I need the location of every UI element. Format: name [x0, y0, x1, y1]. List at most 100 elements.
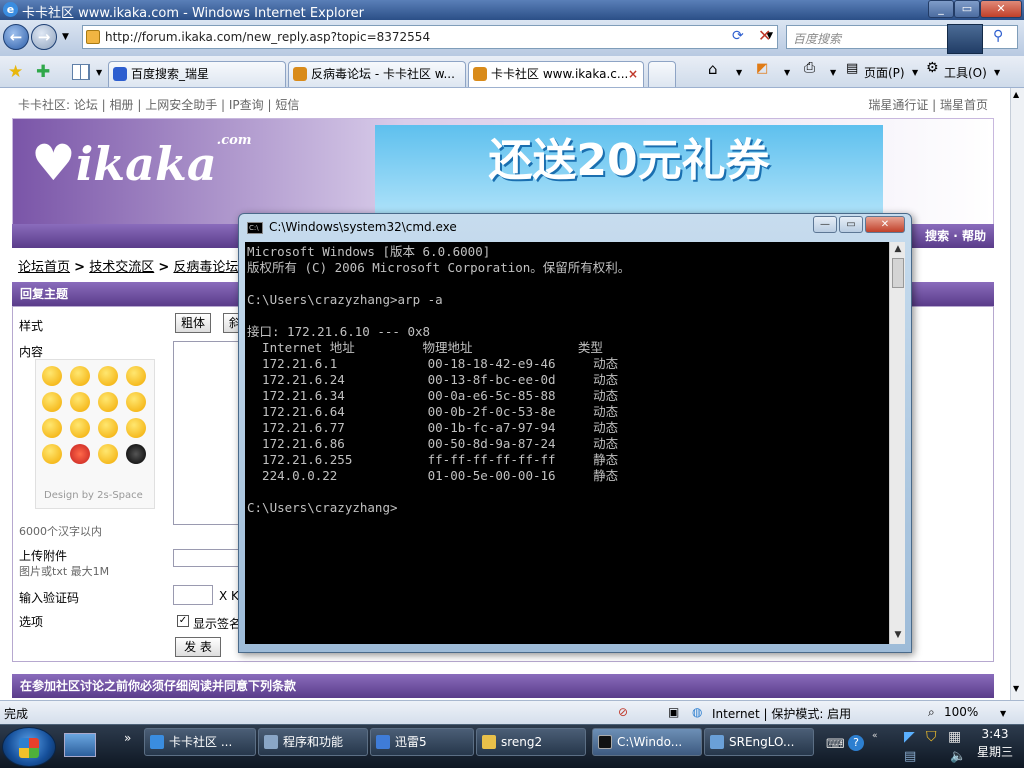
- popup-blocker-icon[interactable]: ⊘: [618, 705, 628, 719]
- close-button[interactable]: ✕: [980, 0, 1022, 18]
- page-dropdown-icon[interactable]: ▼: [912, 68, 918, 77]
- smiley-icon[interactable]: [126, 418, 146, 438]
- task-programs[interactable]: 程序和功能: [258, 728, 368, 756]
- taskbar: » 卡卡社区 ... 程序和功能 迅雷5 sreng2 C:\Windo... …: [0, 724, 1024, 768]
- zoom-dropdown-icon[interactable]: ▼: [1000, 709, 1006, 718]
- smiley-icon[interactable]: [70, 418, 90, 438]
- options-label: 选项: [19, 615, 44, 629]
- scroll-down-icon[interactable]: ▼: [890, 628, 906, 642]
- task-sreng-log[interactable]: SREngLO...: [704, 728, 814, 756]
- address-input[interactable]: http://forum.ikaka.com/new_reply.asp?top…: [82, 25, 778, 49]
- feeds-dropdown-icon[interactable]: ▼: [784, 68, 790, 77]
- ikaka-logo[interactable]: ♥ikaka.com: [31, 133, 252, 192]
- smiley-icon[interactable]: [98, 366, 118, 386]
- refresh-icon[interactable]: ⟳: [732, 28, 744, 44]
- start-button[interactable]: [2, 727, 56, 767]
- site-top-links[interactable]: 瑞星通行证 | 瑞星首页: [868, 96, 988, 113]
- crumb-tech[interactable]: 技术交流区: [89, 260, 154, 275]
- quick-tabs-icon[interactable]: [72, 64, 90, 80]
- minimize-button[interactable]: _: [928, 0, 954, 18]
- keyboard-icon[interactable]: ⌨: [826, 737, 845, 752]
- stop-icon[interactable]: ✕: [758, 26, 771, 45]
- tab-antivirus-forum[interactable]: 反病毒论坛 - 卡卡社区 w...: [288, 61, 466, 87]
- task-xunlei[interactable]: 迅雷5: [370, 728, 474, 756]
- search-icon[interactable]: ⚲: [993, 28, 1003, 44]
- shield-icon[interactable]: ⛉: [926, 729, 937, 745]
- task-sreng2[interactable]: sreng2: [476, 728, 586, 756]
- scroll-down-icon[interactable]: ▼: [1013, 684, 1019, 693]
- smiley-icon[interactable]: [98, 392, 118, 412]
- favorites-star-icon[interactable]: ★: [8, 62, 23, 82]
- tab-list-dropdown-icon[interactable]: ▼: [96, 68, 102, 77]
- page-scrollbar[interactable]: ▲ ▼: [1010, 88, 1024, 700]
- network-icon[interactable]: ▦: [948, 729, 961, 745]
- smiley-icon[interactable]: [126, 366, 146, 386]
- cmd-minimize-button[interactable]: —: [813, 216, 837, 233]
- smiley-icon[interactable]: [42, 392, 62, 412]
- smiley-icon[interactable]: [42, 444, 62, 464]
- ikaka-favicon-icon: [473, 67, 487, 81]
- crumb-antivirus[interactable]: 反病毒论坛: [173, 260, 238, 275]
- tab-ikaka-active[interactable]: 卡卡社区 www.ikaka.c... ×: [468, 61, 644, 87]
- scroll-up-icon[interactable]: ▲: [1013, 90, 1019, 99]
- crumb-forum-home[interactable]: 论坛首页: [18, 260, 70, 275]
- smiley-icon[interactable]: [42, 366, 62, 386]
- home-icon[interactable]: ⌂: [708, 60, 718, 78]
- tools-menu[interactable]: 工具(O): [944, 64, 987, 81]
- history-dropdown-icon[interactable]: ▼: [62, 32, 69, 42]
- tray-expand-icon[interactable]: «: [872, 731, 878, 741]
- zoom-level[interactable]: 100%: [944, 705, 978, 719]
- search-help-links[interactable]: 搜索 · 帮助: [925, 229, 986, 243]
- task-ie[interactable]: 卡卡社区 ...: [144, 728, 256, 756]
- tray-rising-icon[interactable]: ◤: [904, 729, 915, 745]
- smiley-icon[interactable]: [98, 418, 118, 438]
- smiley-icon[interactable]: [42, 418, 62, 438]
- captcha-input[interactable]: [173, 585, 213, 605]
- cmd-maximize-button[interactable]: ▭: [839, 216, 863, 233]
- home-dropdown-icon[interactable]: ▼: [736, 68, 742, 77]
- smiley-icon[interactable]: [70, 366, 90, 386]
- task-cmd[interactable]: C:\Windo...: [592, 728, 702, 756]
- print-icon[interactable]: ⎙: [804, 60, 815, 76]
- site-top-nav[interactable]: 卡卡社区: 论坛 | 相册 | 上网安全助手 | IP查询 | 短信: [18, 96, 299, 113]
- tray-app-icon[interactable]: ▤: [904, 749, 916, 764]
- terms-header: 在参加社区讨论之前你必须仔细阅读并同意下列条款: [12, 674, 994, 698]
- new-tab-button[interactable]: [648, 61, 676, 87]
- volume-icon[interactable]: 🔈: [950, 749, 966, 764]
- smiley-icon[interactable]: [98, 444, 118, 464]
- bold-button[interactable]: 粗体: [175, 313, 211, 333]
- clock[interactable]: 3:43 星期三: [966, 725, 1024, 769]
- page-menu[interactable]: 页面(P): [864, 64, 905, 81]
- search-input[interactable]: 百度搜索 ⚲: [786, 24, 1018, 54]
- globe-icon: ◍: [692, 705, 703, 719]
- dark-smiley-icon[interactable]: [126, 444, 146, 464]
- help-icon[interactable]: ?: [848, 735, 864, 751]
- show-signature-checkbox[interactable]: ✓: [177, 615, 189, 627]
- security-icon[interactable]: ▣: [668, 705, 679, 719]
- tools-dropdown-icon[interactable]: ▼: [994, 68, 1000, 77]
- tab-baidu[interactable]: 百度搜索_瑞星: [108, 61, 286, 87]
- show-desktop-icon[interactable]: [64, 733, 96, 757]
- cmd-window[interactable]: C:\ C:\Windows\system32\cmd.exe — ▭ ✕ Mi…: [238, 213, 912, 653]
- maximize-button[interactable]: ▭: [954, 0, 980, 18]
- feeds-icon[interactable]: ◩: [756, 61, 768, 76]
- security-zone[interactable]: Internet | 保护模式: 启用: [712, 705, 851, 722]
- quick-launch-more-icon[interactable]: »: [124, 731, 131, 745]
- angry-smiley-icon[interactable]: [70, 444, 90, 464]
- add-favorites-icon[interactable]: ✚: [36, 62, 50, 82]
- ad-banner[interactable]: 还送20元礼券: [375, 125, 883, 225]
- submit-button[interactable]: 发 表: [175, 637, 221, 657]
- cmd-scrollbar[interactable]: ▲ ▼: [889, 242, 905, 644]
- cmd-close-button[interactable]: ✕: [865, 216, 905, 233]
- print-dropdown-icon[interactable]: ▼: [830, 68, 836, 77]
- close-tab-icon[interactable]: ×: [628, 62, 638, 86]
- scroll-thumb[interactable]: [892, 258, 904, 288]
- smiley-icon[interactable]: [126, 392, 146, 412]
- scroll-up-icon[interactable]: ▲: [890, 242, 906, 256]
- forward-icon[interactable]: →: [31, 24, 57, 50]
- back-icon[interactable]: ←: [3, 24, 29, 50]
- console-output[interactable]: Microsoft Windows [版本 6.0.6000] 版权所有 (C) …: [245, 242, 889, 644]
- smiley-icon[interactable]: [70, 392, 90, 412]
- console-line: 版权所有 (C) 2006 Microsoft Corporation。保留所有…: [247, 260, 631, 275]
- task-label: SREngLO...: [729, 735, 795, 749]
